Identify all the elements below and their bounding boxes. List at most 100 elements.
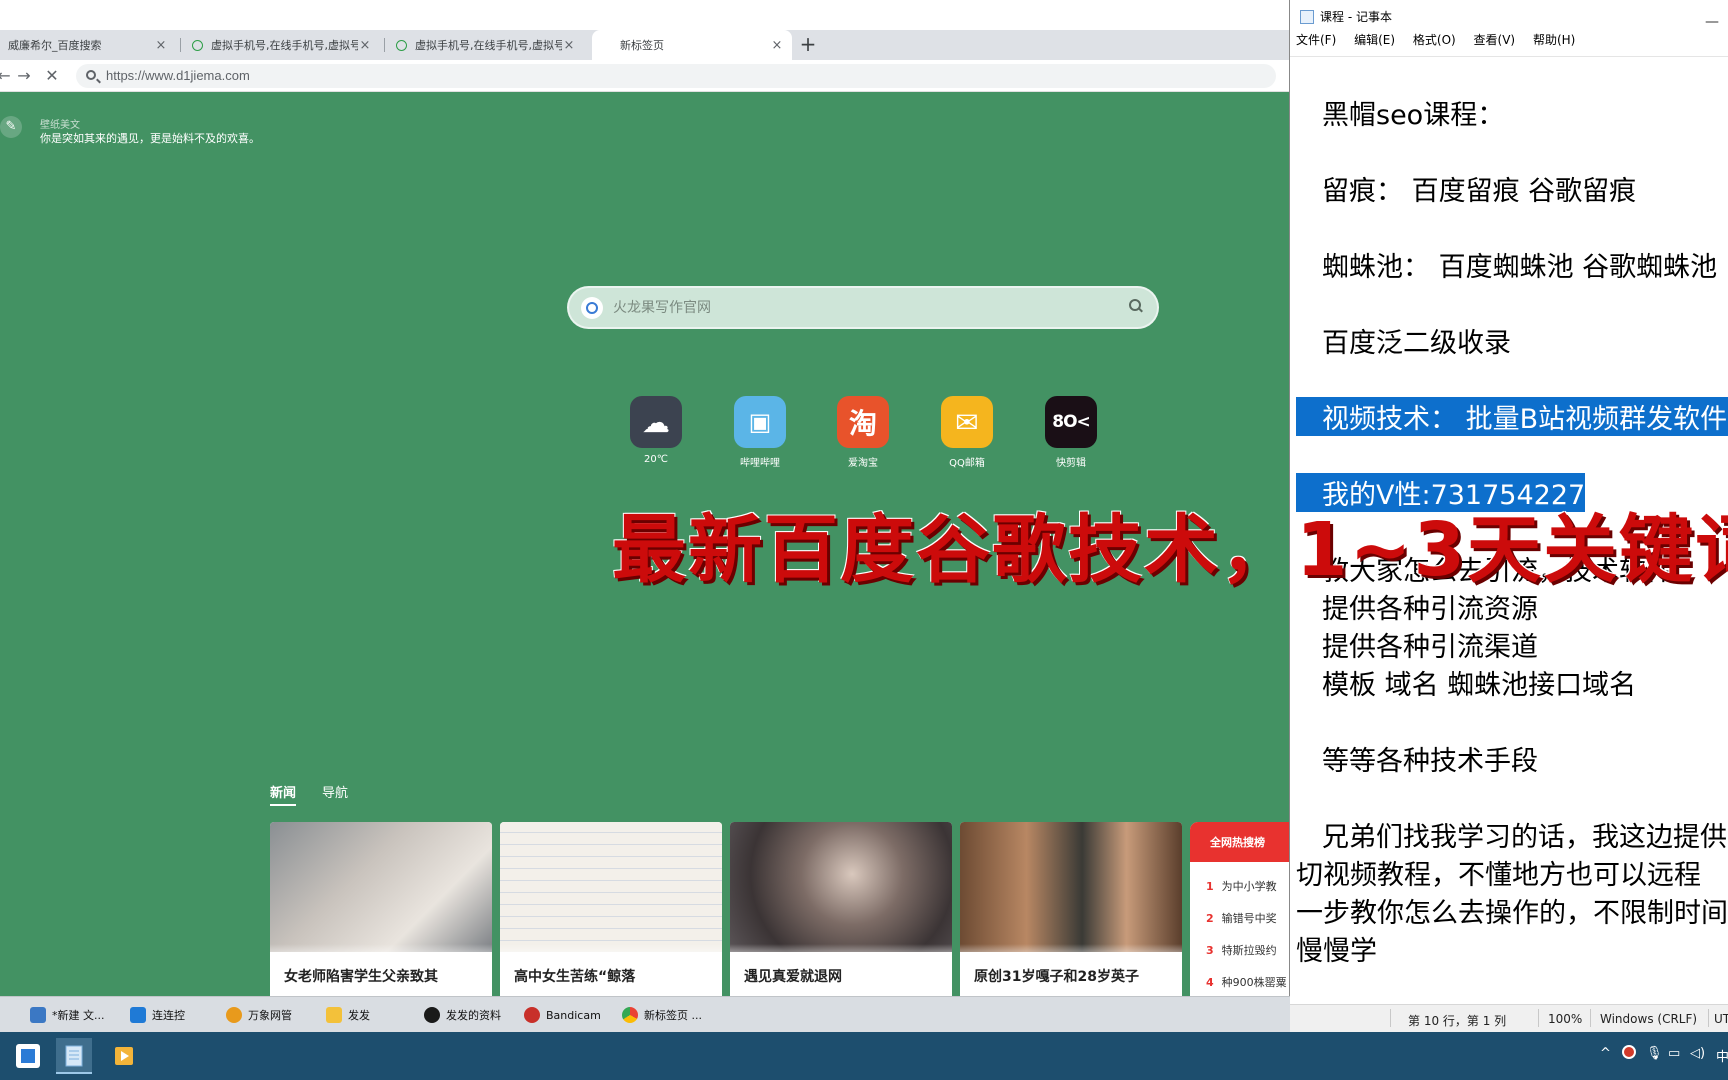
shortcut-bilibili[interactable]: ▣ 哔哩哔哩 [720, 396, 800, 469]
text-line: 提供各种引流渠道 [1322, 632, 1538, 663]
tab-news[interactable]: 新闻 [270, 782, 297, 806]
microphone-icon[interactable]: 🎙 [1646, 1046, 1663, 1061]
hot-search-item[interactable]: 2 输错号中奖 [1206, 910, 1277, 926]
record-icon [524, 1007, 540, 1023]
status-divider [1708, 1009, 1709, 1027]
url-text: https://www.d1jiema.com [106, 68, 250, 83]
taskbar-notepad[interactable] [56, 1038, 92, 1074]
task-label: Bandicam [546, 1008, 601, 1022]
menu-edit[interactable]: 编辑(E) [1354, 31, 1395, 48]
hot-search-item[interactable]: 3 特斯拉毁约 [1206, 942, 1277, 958]
news-image [730, 822, 952, 952]
ime-indicator[interactable]: 中 [1716, 1046, 1728, 1065]
wanxiang-icon [226, 1007, 242, 1023]
text-line: 模板 域名 蜘蛛池接口域名 [1322, 670, 1637, 701]
line-ending: Windows (CRLF) [1600, 1012, 1698, 1026]
stop-loading-icon[interactable]: ✕ [42, 66, 62, 86]
shortcut-qq-mail[interactable]: ✉ QQ邮箱 [927, 396, 1007, 469]
task-label: 连连控 [152, 1009, 185, 1022]
task-qq[interactable]: 发发的资料 [424, 1005, 501, 1025]
news-image [960, 822, 1182, 952]
notepad-title: 课程 - 记事本 [1320, 10, 1392, 24]
address-bar[interactable]: https://www.d1jiema.com [76, 64, 1276, 88]
browser-icon [622, 1007, 638, 1023]
back-icon[interactable]: ← [0, 66, 14, 86]
hot-text: 特斯拉毁约 [1221, 944, 1277, 957]
recording-icon[interactable] [1622, 1045, 1636, 1059]
tray-expand-icon[interactable]: ^ [1600, 1046, 1611, 1061]
text-line: 兄弟们找我学习的话，我这边提供 [1322, 822, 1727, 853]
hot-text: 输错号中奖 [1221, 912, 1277, 925]
search-box[interactable] [567, 286, 1159, 329]
text-line: 蜘蛛池： 百度蜘蛛池 谷歌蜘蛛池 [1322, 252, 1718, 283]
menu-format[interactable]: 格式(O) [1413, 31, 1456, 48]
tab-navigation[interactable]: 导航 [322, 782, 348, 801]
app-task-strip: *新建 文... 连连控 万象网管 发发 发发的资料 Bandicam 新标签页… [0, 996, 1290, 1032]
task-folder-fafa[interactable]: 发发 [326, 1005, 370, 1025]
news-image [500, 822, 722, 952]
new-tab-button[interactable]: + [798, 30, 818, 60]
menu-file[interactable]: 文件(F) [1296, 31, 1336, 48]
tab-title: 新标签页 [620, 39, 664, 52]
text-line: 一步教你怎么去操作的，不限制时间 [1296, 898, 1728, 929]
tab-close-icon[interactable]: × [154, 38, 168, 53]
task-lianlian[interactable]: 连连控 [130, 1005, 185, 1025]
notepad-icon [30, 1007, 46, 1023]
notepad-icon [1300, 10, 1314, 24]
bilibili-icon: ▣ [734, 396, 786, 448]
news-card[interactable]: 原创31岁嘎子和28岁英子 [960, 822, 1182, 996]
status-divider [1590, 1009, 1591, 1027]
menu-help[interactable]: 帮助(H) [1533, 31, 1575, 48]
news-card[interactable]: 遇见真爱就退网 [730, 822, 952, 996]
task-bandicam[interactable]: Bandicam [524, 1005, 601, 1025]
news-caption: 遇见真爱就退网 [730, 944, 952, 996]
menu-view[interactable]: 查看(V) [1474, 31, 1516, 48]
hot-rank: 2 [1206, 912, 1214, 925]
quote-source: 壁纸美文 [40, 120, 80, 131]
zoom-level: 100% [1548, 1012, 1583, 1026]
notepad-status-bar: 第 10 行，第 1 列 100% Windows (CRLF) UTF-8 [1290, 1004, 1728, 1032]
tab-baidu[interactable]: 威廉希尔_百度搜索 × [0, 30, 176, 60]
network-icon[interactable]: ▭ [1668, 1046, 1680, 1061]
news-card[interactable]: 高中女生苦练“鲸落 [500, 822, 722, 996]
task-notepad[interactable]: *新建 文... [30, 1005, 105, 1025]
task-browser[interactable]: 新标签页 ... [622, 1005, 702, 1025]
task-label: 发发的资料 [446, 1009, 501, 1022]
start-button[interactable] [10, 1038, 46, 1074]
hot-search-item[interactable]: 4 种900株罂粟 [1206, 974, 1287, 990]
volume-icon[interactable]: ◁) [1690, 1046, 1705, 1061]
hot-search-item[interactable]: 1 为中小学教 [1206, 878, 1277, 894]
tab-virtual-phone-2[interactable]: 虚拟手机号,在线手机号,虚拟号 × [388, 30, 584, 60]
search-icon [86, 70, 96, 80]
forward-icon[interactable]: → [14, 66, 34, 86]
tab-close-icon[interactable]: × [358, 38, 372, 53]
pen-icon[interactable]: ✎ [0, 116, 22, 138]
shortcut-label: 快剪辑 [1056, 458, 1086, 469]
search-icon[interactable] [1129, 299, 1143, 313]
task-label: 万象网管 [248, 1009, 292, 1022]
news-caption: 原创31岁嘎子和28岁英子 [960, 944, 1182, 996]
search-input[interactable] [613, 296, 1093, 320]
tab-close-icon[interactable]: × [770, 38, 784, 53]
task-wanxiang[interactable]: 万象网管 [226, 1005, 292, 1025]
video-overlay-caption: 最新百度谷歌技术，1~3天关键词 [612, 507, 1728, 593]
hot-search-title: 全网热搜榜 [1190, 822, 1290, 862]
hot-text: 种900株罂粟 [1221, 976, 1287, 989]
globe-icon [396, 39, 407, 51]
tab-virtual-phone-1[interactable]: 虚拟手机号,在线手机号,虚拟号 × [184, 30, 380, 60]
tab-divider [384, 38, 385, 52]
minimize-button[interactable]: — [1705, 10, 1719, 34]
news-caption: 高中女生苦练“鲸落 [500, 944, 722, 996]
encoding: UTF-8 [1714, 1012, 1728, 1026]
tab-close-icon[interactable]: × [562, 38, 576, 53]
shortcut-taobao[interactable]: 淘 爱淘宝 [823, 396, 903, 469]
news-card[interactable]: 女老师陷害学生父亲致其 [270, 822, 492, 996]
search-engine-icon[interactable] [581, 297, 603, 319]
taskbar-media[interactable] [106, 1038, 142, 1074]
tab-new-tab-page[interactable]: 新标签页 × [592, 30, 792, 60]
task-label: *新建 文... [52, 1009, 105, 1022]
text-line: 黑帽seo课程： [1322, 100, 1505, 131]
shortcut-kuaijianji[interactable]: 8O< 快剪辑 [1031, 396, 1111, 469]
shortcut-label: 爱淘宝 [848, 458, 878, 469]
shortcut-weather[interactable]: ☁ 20℃ [616, 396, 696, 465]
